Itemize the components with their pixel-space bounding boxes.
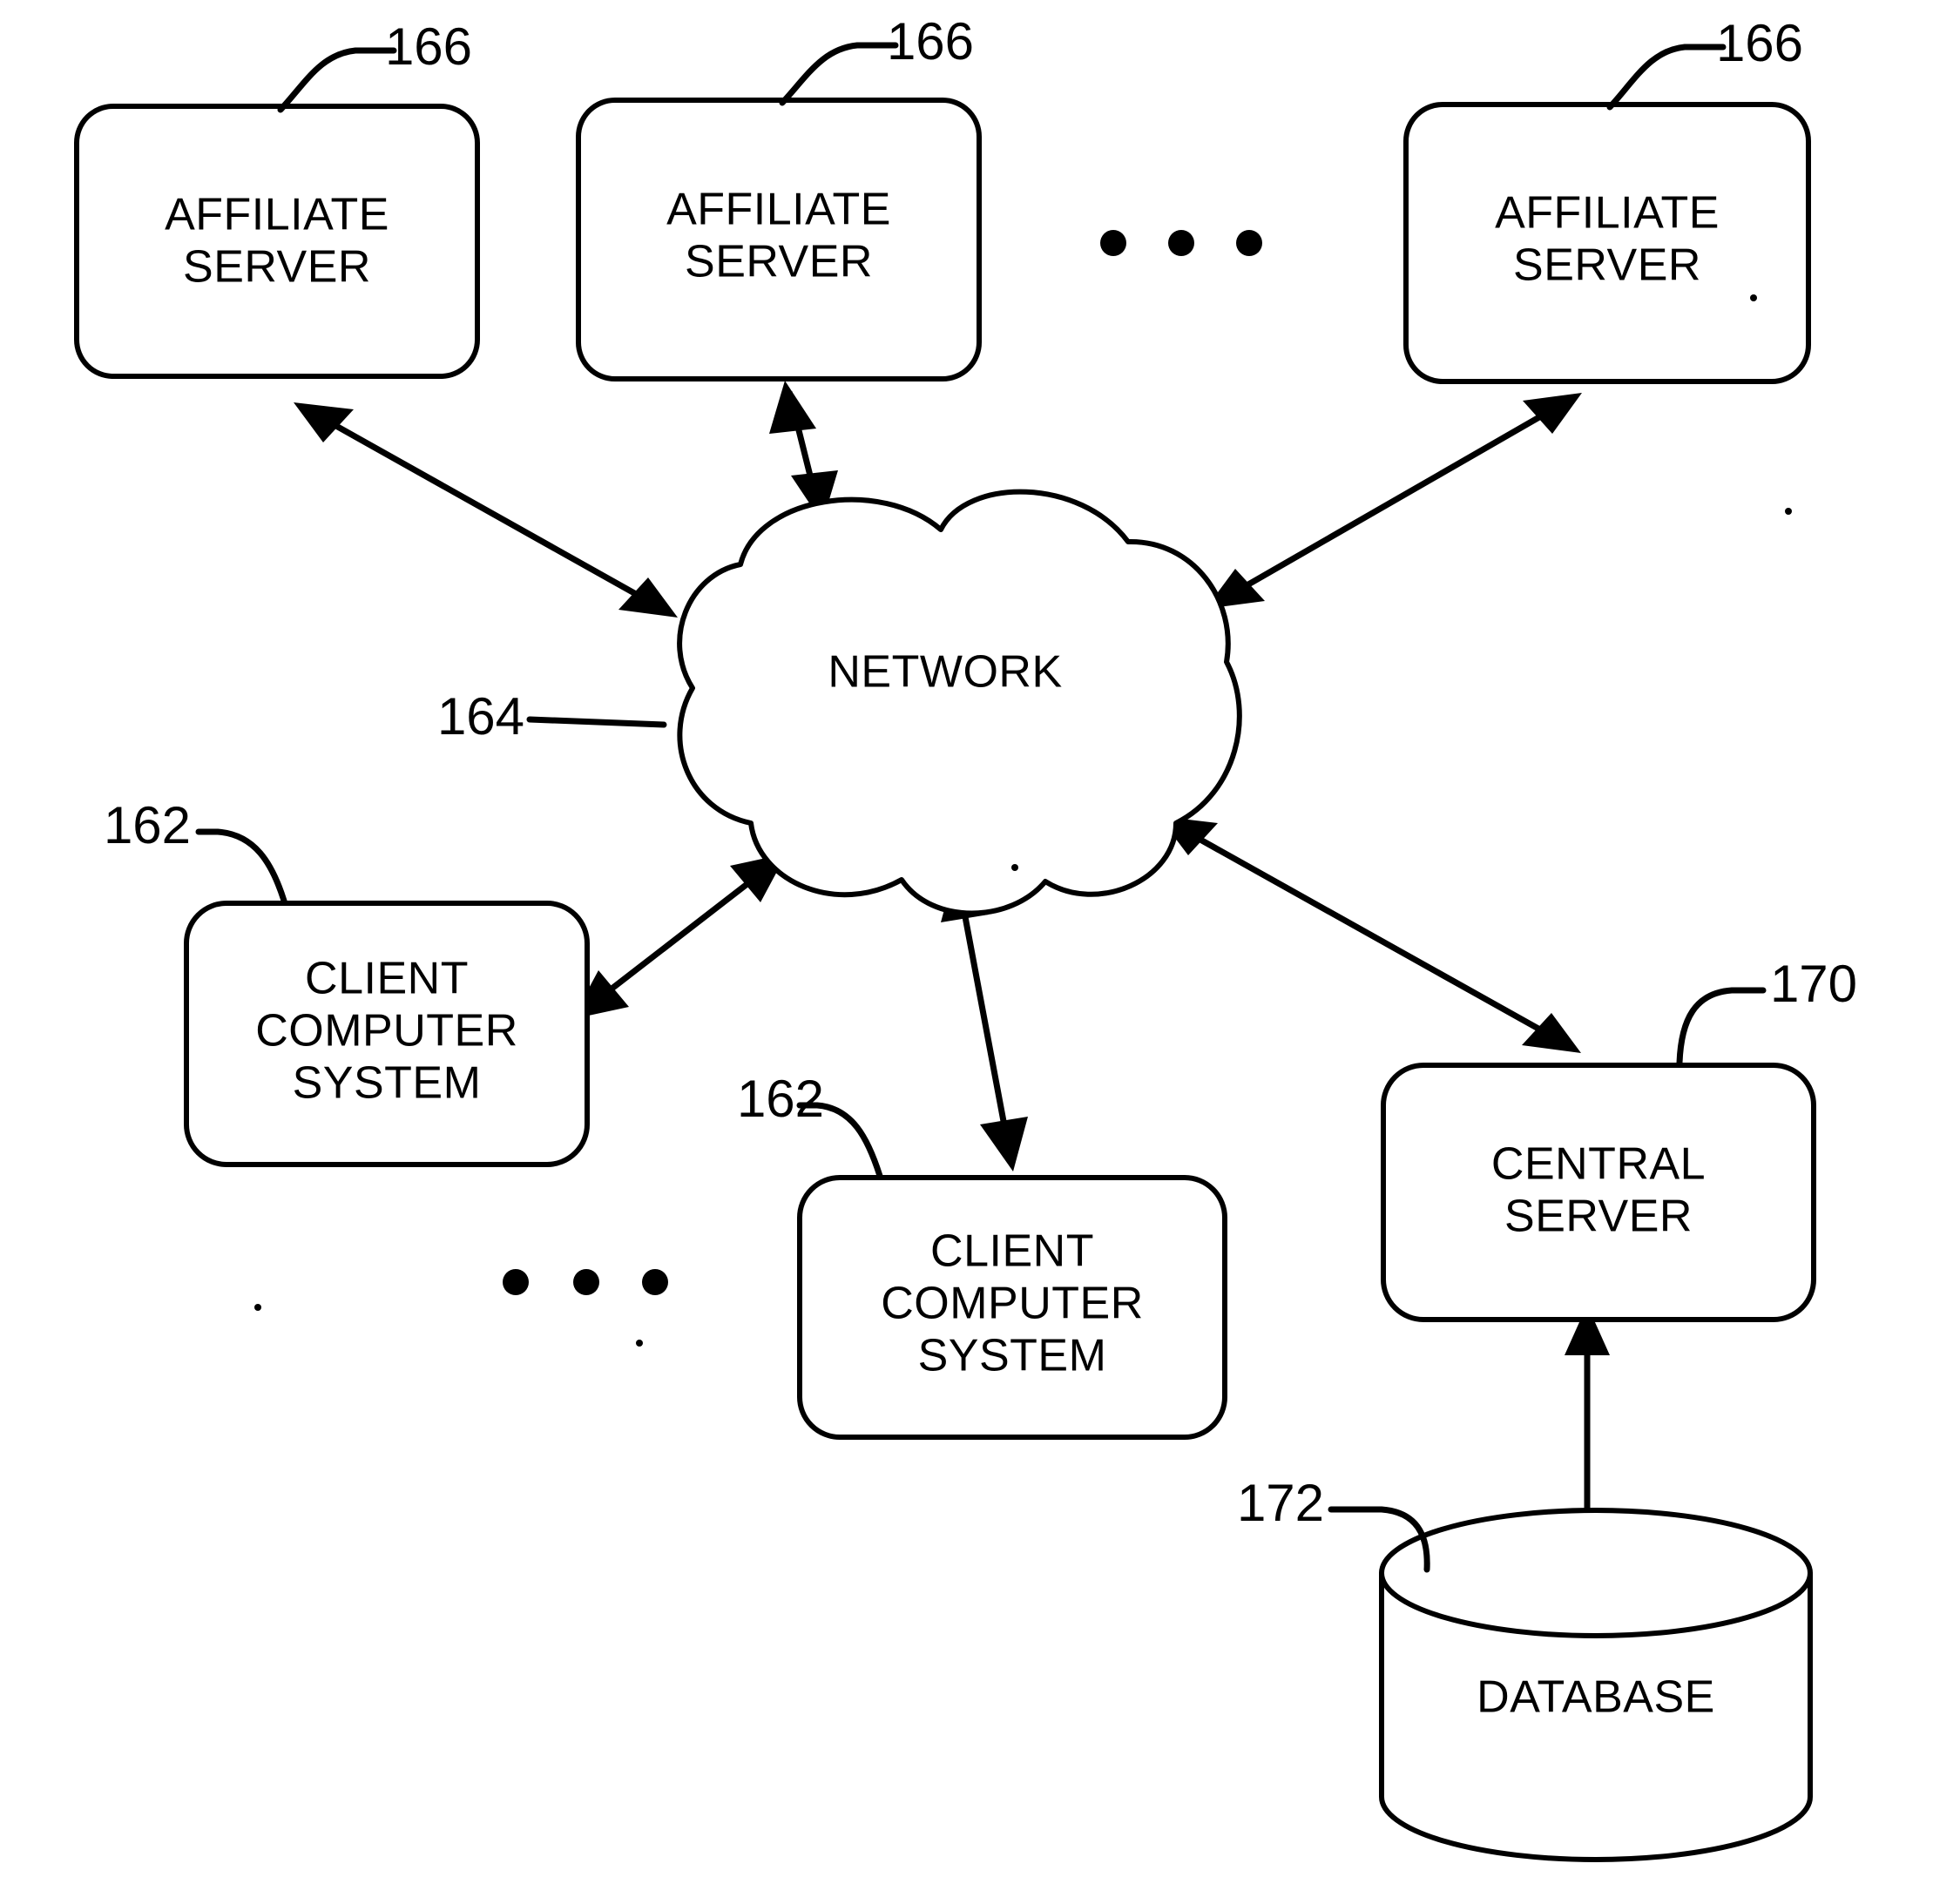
- network-architecture-diagram: NETWORK AFFILIATE SERVER 166 AFFILIATE S…: [74, 12, 1857, 1862]
- ref-leader-170: 170: [1676, 955, 1857, 1066]
- ref-numeral-166-3: 166: [1716, 14, 1803, 72]
- ref-numeral-172: 172: [1237, 1474, 1324, 1532]
- ellipsis-dot: [503, 1269, 529, 1295]
- database[interactable]: DATABASE: [1379, 1508, 1813, 1862]
- ref-leader-166-3: 166: [1606, 14, 1803, 111]
- affiliate-server-1[interactable]: AFFILIATE SERVER: [74, 104, 480, 379]
- arrowhead-to-affiliate3: [1523, 393, 1582, 434]
- ref-numeral-170: 170: [1770, 955, 1857, 1013]
- scan-speck: [1785, 508, 1792, 515]
- ellipsis-top-row: [1100, 230, 1262, 256]
- client-computer-system-1-label-line2: COMPUTER: [255, 1006, 518, 1057]
- ref-numeral-162-2: 162: [737, 1070, 824, 1128]
- client-computer-system-1-label-line3: SYSTEM: [293, 1058, 482, 1109]
- arrowhead-to-affiliate1: [294, 402, 354, 442]
- connector-central-server-network: [1159, 816, 1581, 1053]
- affiliate-server-1-label-line1: AFFILIATE: [165, 190, 389, 240]
- affiliate-server-3-label-line2: SERVER: [1513, 240, 1701, 291]
- affiliate-server-2-label-line2: SERVER: [685, 237, 873, 287]
- client-computer-system-1[interactable]: CLIENT COMPUTER SYSTEM: [184, 901, 590, 1167]
- figure-canvas: NETWORK AFFILIATE SERVER 166 AFFILIATE S…: [0, 0, 1960, 1904]
- scan-speck: [254, 1304, 261, 1311]
- ellipsis-dot: [1168, 230, 1194, 256]
- ref-numeral-166-1: 166: [385, 17, 472, 76]
- client-computer-system-2[interactable]: CLIENT COMPUTER SYSTEM: [797, 1175, 1227, 1440]
- connector-affiliate1-network: [294, 402, 678, 618]
- ellipsis-dot: [573, 1269, 599, 1295]
- client-computer-system-2-label-line1: CLIENT: [930, 1226, 1094, 1277]
- affiliate-server-2-label-line1: AFFILIATE: [666, 185, 891, 235]
- affiliate-server-1-label-line2: SERVER: [183, 242, 371, 293]
- central-server-label-line2: SERVER: [1504, 1192, 1693, 1242]
- affiliate-server-3-label-line1: AFFILIATE: [1495, 188, 1720, 239]
- affiliate-server-2[interactable]: AFFILIATE SERVER: [576, 98, 982, 381]
- ellipsis-dot: [1236, 230, 1262, 256]
- ellipsis-dot: [1100, 230, 1126, 256]
- cloud-shape: [677, 489, 1242, 916]
- scan-speck: [1750, 294, 1757, 301]
- ref-numeral-166-2: 166: [887, 12, 974, 71]
- scan-speck: [1011, 864, 1018, 871]
- client-computer-system-1-label-line1: CLIENT: [305, 954, 469, 1004]
- database-label: DATABASE: [1477, 1672, 1715, 1723]
- client-computer-system-2-label-line2: COMPUTER: [881, 1279, 1144, 1329]
- arrowhead-to-client2: [980, 1117, 1028, 1171]
- client-computer-system-2-label-line3: SYSTEM: [918, 1331, 1107, 1381]
- affiliate-server-3[interactable]: AFFILIATE SERVER: [1403, 102, 1811, 384]
- ref-leader-162-2: 162: [737, 1070, 883, 1179]
- arrowhead-to-central-server: [1522, 1013, 1581, 1053]
- database-cylinder-top: [1379, 1508, 1813, 1638]
- network-cloud[interactable]: NETWORK: [677, 489, 1242, 916]
- arrowhead-to-network-from-affiliate1: [618, 577, 678, 618]
- central-server[interactable]: CENTRAL SERVER: [1381, 1063, 1816, 1322]
- ref-leader-166-1: 166: [277, 17, 472, 113]
- network-cloud-label: NETWORK: [828, 647, 1062, 698]
- ref-numeral-164: 164: [437, 687, 524, 746]
- central-server-label-line1: CENTRAL: [1491, 1139, 1706, 1190]
- connector-client1-network: [572, 854, 787, 1019]
- ref-leader-166-2: 166: [779, 12, 974, 106]
- ref-leader-162-1: 162: [104, 796, 287, 904]
- ref-numeral-162-1: 162: [104, 796, 191, 854]
- arrowhead-to-affiliate2: [769, 381, 816, 434]
- ellipsis-dot: [642, 1269, 668, 1295]
- ref-leader-164: 164: [437, 687, 667, 746]
- scan-speck: [636, 1340, 643, 1347]
- connector-affiliate3-network: [1206, 393, 1582, 609]
- ellipsis-bottom-row: [503, 1269, 668, 1295]
